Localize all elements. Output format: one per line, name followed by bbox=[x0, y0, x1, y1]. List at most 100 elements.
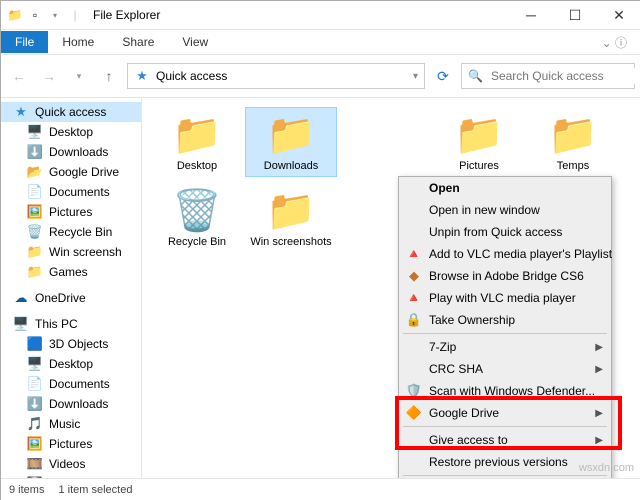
address-bar: ← → ▾ ↑ ★ Quick access ▾ ⟳ 🔍 bbox=[1, 55, 640, 98]
address-text: Quick access bbox=[156, 69, 407, 83]
cm-open[interactable]: Open bbox=[399, 177, 611, 199]
sidebar-onedrive[interactable]: ☁OneDrive bbox=[1, 288, 141, 308]
recent-dropdown-icon[interactable]: ▾ bbox=[67, 64, 91, 88]
context-menu: Open Open in new window Unpin from Quick… bbox=[398, 176, 612, 478]
file-desktop[interactable]: 📁Desktop bbox=[152, 108, 242, 176]
sidebar-item-desktop-pc[interactable]: 🖥️Desktop bbox=[1, 354, 141, 374]
file-pictures[interactable]: 📁Pictures bbox=[434, 108, 524, 176]
sidebar-item-desktop[interactable]: 🖥️Desktop bbox=[1, 122, 141, 142]
folder-large-icon: 📁 bbox=[451, 112, 507, 156]
folder-icon: 📂 bbox=[27, 164, 43, 180]
address-box[interactable]: ★ Quick access ▾ bbox=[127, 63, 425, 89]
status-item-count: 9 items bbox=[9, 484, 44, 496]
sidebar-item-games[interactable]: 📁Games bbox=[1, 262, 141, 282]
close-button[interactable]: ✕ bbox=[597, 1, 640, 29]
cm-separator bbox=[403, 333, 607, 334]
cm-defender[interactable]: 🛡️Scan with Windows Defender... bbox=[399, 380, 611, 402]
cm-vlc-playlist[interactable]: 🔺Add to VLC media player's Playlist bbox=[399, 243, 611, 265]
vlc-icon: 🔺 bbox=[405, 245, 423, 263]
cm-separator bbox=[403, 475, 607, 476]
bridge-icon: ◆ bbox=[405, 267, 423, 285]
search-input[interactable] bbox=[489, 68, 640, 84]
explorer-icon: 📁 bbox=[7, 7, 23, 23]
minimize-button[interactable]: ─ bbox=[509, 1, 553, 29]
ribbon-expand-icon[interactable]: ⌄ ⓘ bbox=[588, 30, 640, 55]
sidebar-quick-access[interactable]: ★ Quick access bbox=[1, 102, 141, 122]
watermark: wsxdn.com bbox=[579, 462, 634, 474]
pictures-icon: 🖼️ bbox=[27, 436, 43, 452]
qat-dropdown-icon[interactable]: ▾ bbox=[47, 7, 63, 23]
folder-large-icon: 📁 bbox=[263, 112, 319, 156]
sidebar-item-music[interactable]: 🎵Music bbox=[1, 414, 141, 434]
refresh-button[interactable]: ⟳ bbox=[431, 64, 455, 88]
sidebar-label: Quick access bbox=[35, 105, 106, 119]
sidebar-item-recycle-bin[interactable]: 🗑️Recycle Bin bbox=[1, 222, 141, 242]
sidebar-item-downloads[interactable]: ⬇️Downloads bbox=[1, 142, 141, 162]
vlc-icon: 🔺 bbox=[405, 289, 423, 307]
downloads-icon: ⬇️ bbox=[27, 396, 43, 412]
sidebar-item-downloads-pc[interactable]: ⬇️Downloads bbox=[1, 394, 141, 414]
sidebar-item-pictures[interactable]: 🖼️Pictures bbox=[1, 202, 141, 222]
cm-unpin[interactable]: Unpin from Quick access bbox=[399, 221, 611, 243]
sidebar-item-google-drive[interactable]: 📂Google Drive bbox=[1, 162, 141, 182]
chevron-right-icon: ▶ bbox=[595, 364, 603, 375]
titlebar: 📁 ▫ ▾ | File Explorer ─ ☐ ✕ bbox=[1, 1, 640, 30]
cm-crc-sha[interactable]: CRC SHA▶ bbox=[399, 358, 611, 380]
window: 📁 ▫ ▾ | File Explorer ─ ☐ ✕ File Home Sh… bbox=[0, 0, 640, 500]
maximize-button[interactable]: ☐ bbox=[553, 1, 597, 29]
videos-icon: 🎞️ bbox=[27, 456, 43, 472]
sidebar-item-pictures-pc[interactable]: 🖼️Pictures bbox=[1, 434, 141, 454]
chevron-right-icon: ▶ bbox=[595, 435, 603, 446]
menubar: File Home Share View ⌄ ⓘ bbox=[1, 30, 640, 55]
menu-home[interactable]: Home bbox=[48, 31, 108, 53]
file-tab[interactable]: File bbox=[1, 31, 48, 53]
up-button[interactable]: ↑ bbox=[97, 64, 121, 88]
folder-large-icon: 📁 bbox=[545, 112, 601, 156]
cm-vlc-play[interactable]: 🔺Play with VLC media player bbox=[399, 287, 611, 309]
sidebar-this-pc[interactable]: 🖥️This PC bbox=[1, 314, 141, 334]
lock-icon: 🔒 bbox=[405, 311, 423, 329]
cm-give-access[interactable]: Give access to▶ bbox=[399, 429, 611, 451]
sidebar-item-win-screensh[interactable]: 📁Win screensh bbox=[1, 242, 141, 262]
shield-icon: 🛡️ bbox=[405, 382, 423, 400]
cm-open-new-window[interactable]: Open in new window bbox=[399, 199, 611, 221]
content-pane[interactable]: 📁Desktop 📁Downloads 📁 📁Pictures 📁Temps 🗑… bbox=[142, 98, 640, 478]
file-downloads[interactable]: 📁Downloads bbox=[246, 108, 336, 176]
3d-icon: 🟦 bbox=[27, 336, 43, 352]
folder-large-icon: 📁 bbox=[169, 112, 225, 156]
sidebar-item-3d-objects[interactable]: 🟦3D Objects bbox=[1, 334, 141, 354]
desktop-icon: 🖥️ bbox=[27, 124, 43, 140]
folder-large-icon: 📁 bbox=[263, 188, 319, 232]
cm-google-drive[interactable]: 🔶Google Drive▶ bbox=[399, 402, 611, 424]
sidebar-item-documents-pc[interactable]: 📄Documents bbox=[1, 374, 141, 394]
folder-icon: 📁 bbox=[27, 264, 43, 280]
cm-adobe-bridge[interactable]: ◆Browse in Adobe Bridge CS6 bbox=[399, 265, 611, 287]
file-temps[interactable]: 📁Temps bbox=[528, 108, 618, 176]
documents-icon: 📄 bbox=[27, 184, 43, 200]
file-recycle-bin[interactable]: 🗑️Recycle Bin bbox=[152, 184, 242, 252]
menu-share[interactable]: Share bbox=[108, 31, 168, 53]
cm-7zip[interactable]: 7-Zip▶ bbox=[399, 336, 611, 358]
sidebar: ★ Quick access 🖥️Desktop ⬇️Downloads 📂Goo… bbox=[1, 98, 142, 478]
status-bar: 9 items 1 item selected bbox=[1, 478, 640, 500]
file-win-screenshots[interactable]: 📁Win screenshots bbox=[246, 184, 336, 252]
music-icon: 🎵 bbox=[27, 416, 43, 432]
status-selected: 1 item selected bbox=[58, 484, 132, 496]
menu-view[interactable]: View bbox=[168, 31, 222, 53]
star-icon: ★ bbox=[13, 104, 29, 120]
back-button[interactable]: ← bbox=[7, 64, 31, 88]
search-box[interactable]: 🔍 bbox=[461, 63, 635, 89]
forward-button[interactable]: → bbox=[37, 64, 61, 88]
search-icon: 🔍 bbox=[468, 69, 483, 83]
pictures-icon: 🖼️ bbox=[27, 204, 43, 220]
sidebar-item-documents[interactable]: 📄Documents bbox=[1, 182, 141, 202]
cm-take-ownership[interactable]: 🔒Take Ownership bbox=[399, 309, 611, 331]
gdrive-icon: 🔶 bbox=[405, 404, 423, 422]
cm-separator bbox=[403, 426, 607, 427]
recycle-icon: 🗑️ bbox=[27, 224, 43, 240]
documents-icon: 📄 bbox=[27, 376, 43, 392]
qat-icon[interactable]: ▫ bbox=[27, 7, 43, 23]
onedrive-icon: ☁ bbox=[13, 290, 29, 306]
address-dropdown-icon[interactable]: ▾ bbox=[413, 71, 418, 82]
sidebar-item-videos[interactable]: 🎞️Videos bbox=[1, 454, 141, 474]
